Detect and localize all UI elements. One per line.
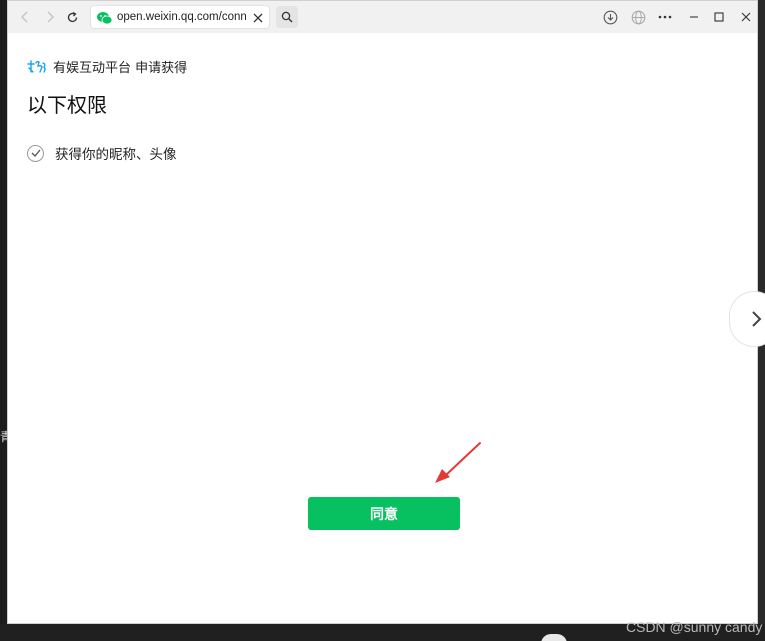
- permission-text: 获得你的昵称、头像: [55, 147, 177, 163]
- minimize-icon[interactable]: [685, 8, 703, 26]
- app-request-text: 有娱互动平台 申请获得: [53, 60, 188, 76]
- browser-titlebar: open.weixin.qq.com/conne: [8, 1, 757, 33]
- reload-icon[interactable]: [63, 8, 81, 26]
- background-desktop-strip: [0, 0, 7, 641]
- app-logo-icon: [27, 59, 47, 73]
- annotation-arrow-icon: [428, 439, 488, 491]
- download-icon[interactable]: [601, 8, 619, 26]
- chevron-right-icon: [750, 309, 762, 333]
- address-bar[interactable]: open.weixin.qq.com/conne: [90, 5, 270, 29]
- permission-item: 获得你的昵称、头像: [27, 143, 177, 163]
- back-icon[interactable]: [16, 8, 34, 26]
- url-text: open.weixin.qq.com/conne: [117, 11, 247, 23]
- side-next-button[interactable]: [729, 291, 765, 347]
- more-icon[interactable]: [656, 8, 674, 26]
- globe-icon[interactable]: [629, 8, 647, 26]
- wechat-favicon: [97, 10, 113, 25]
- app-request-line: 有娱互动平台 申请获得: [27, 57, 188, 76]
- maximize-icon[interactable]: [710, 8, 728, 26]
- search-icon[interactable]: [276, 6, 298, 28]
- browser-window: open.weixin.qq.com/conne 有娱互动平台 申请获得 以下权…: [7, 0, 758, 624]
- close-icon[interactable]: [251, 10, 265, 24]
- page-title: 以下权限: [27, 93, 107, 117]
- window-close-icon[interactable]: [737, 8, 755, 26]
- watermark-text: CSDN @sunny candy: [626, 619, 763, 635]
- agree-button[interactable]: 同意: [308, 497, 460, 530]
- forward-icon[interactable]: [41, 8, 59, 26]
- check-icon: [27, 144, 44, 162]
